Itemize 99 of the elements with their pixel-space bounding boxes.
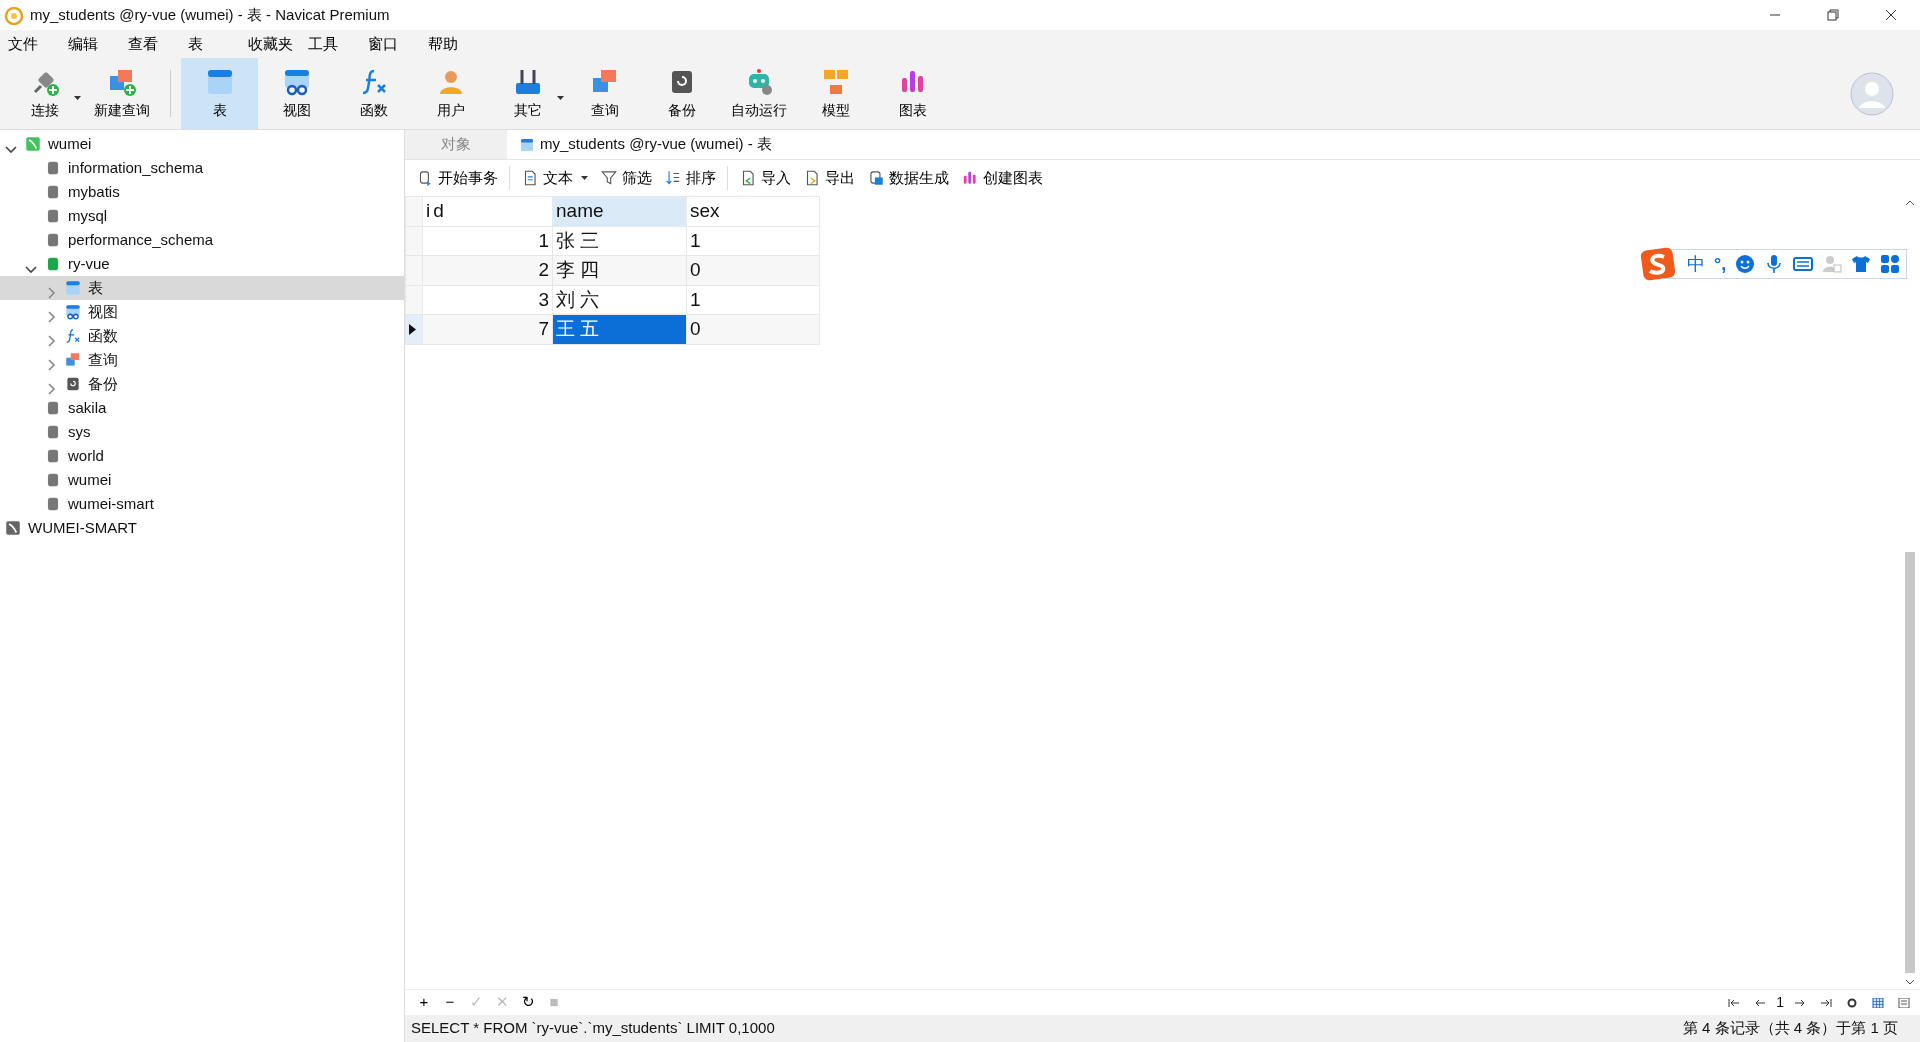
table-cell: 1 — [422, 226, 553, 256]
sort-icon — [664, 169, 682, 187]
tree-item[interactable]: wumei — [0, 468, 404, 492]
menu-item[interactable]: 窗口 — [368, 32, 428, 56]
minimize-icon — [1767, 14, 1783, 16]
toolbar-button[interactable]: 备份 — [643, 58, 720, 129]
keyboard-icon[interactable] — [1793, 254, 1814, 274]
toolbar-button[interactable]: 筛选 — [595, 164, 657, 192]
page-number: 1 — [1776, 993, 1784, 1012]
table-cell: 张三 — [552, 226, 687, 256]
function-icon — [64, 327, 82, 345]
filter-icon — [600, 169, 618, 187]
ime-mode-button[interactable]: 中 — [1687, 250, 1705, 278]
tree-item[interactable]: sakila — [0, 396, 404, 420]
toolbar-button[interactable]: 数据生成 — [862, 164, 954, 192]
table-cell: 7 — [422, 314, 553, 344]
toolbar-button[interactable]: 其它 — [489, 58, 566, 129]
toolbar-button[interactable]: 创建图表 — [956, 164, 1048, 192]
close-icon — [1883, 7, 1899, 23]
window-title: my_students @ry-vue (wumei) - 表 - Navicat Premium — [30, 4, 390, 25]
last-page-icon — [1820, 998, 1832, 1009]
tree-item[interactable]: 表 — [0, 276, 404, 300]
menu-item[interactable]: 文件 — [8, 32, 68, 56]
column-header[interactable]: sex — [686, 196, 820, 226]
toolbar-button[interactable]: 函数 — [335, 58, 412, 129]
sql-query-text: SELECT * FROM `ry-vue`.`my_students` LIMIT 0,1000 — [411, 1018, 775, 1039]
backup-icon — [64, 375, 82, 393]
table-icon — [64, 279, 82, 297]
table-cell: 2 — [422, 255, 553, 285]
tree-item[interactable]: mysql — [0, 204, 404, 228]
table-cell: 3 — [422, 285, 553, 315]
shirt-icon[interactable] — [1851, 254, 1872, 274]
tree-item[interactable]: wumei-smart — [0, 492, 404, 516]
emoji-icon[interactable] — [1735, 254, 1756, 274]
tree-item[interactable]: information_schema — [0, 156, 404, 180]
grid-view-icon — [1872, 998, 1884, 1009]
toolbar-button[interactable]: 开始事务 — [411, 164, 503, 192]
menu-item[interactable]: 表 — [188, 32, 248, 56]
toolbar-button[interactable]: 查询 — [566, 58, 643, 129]
tree-item[interactable]: 备份 — [0, 372, 404, 396]
app-logo-icon — [4, 5, 24, 25]
toolbar-button[interactable]: 文本 — [516, 164, 593, 192]
table-cell: 王五 — [552, 314, 687, 344]
menu-item[interactable]: 工具 — [308, 32, 368, 56]
menu-item[interactable]: 查看 — [128, 32, 188, 56]
column-header[interactable]: id — [422, 196, 553, 226]
toolbar-button[interactable]: 新建查询 — [83, 58, 160, 129]
toolbar-button[interactable]: 视图 — [258, 58, 335, 129]
tree-item[interactable]: wumei — [0, 132, 404, 156]
scroll-down-icon[interactable] — [1905, 979, 1915, 985]
record-count-text: 第 4 条记录（共 4 条）于第 1 页 — [1682, 1018, 1898, 1039]
table-cell: 1 — [686, 285, 820, 315]
toolbar-button[interactable]: 图表 — [874, 58, 951, 129]
view-icon — [64, 303, 82, 321]
table-cell: 1 — [686, 226, 820, 256]
previous-page-icon — [1754, 998, 1767, 1009]
toolbar-button[interactable]: 用户 — [412, 58, 489, 129]
toolbar-button[interactable]: 表 — [181, 58, 258, 129]
punctuation-button[interactable]: °, — [1714, 250, 1727, 278]
toolbar-button[interactable]: 模型 — [797, 58, 874, 129]
query-icon — [64, 351, 82, 369]
scroll-up-icon[interactable] — [1905, 200, 1915, 206]
menu-item[interactable]: 收藏夹 — [248, 32, 308, 56]
tree-item[interactable]: performance_schema — [0, 228, 404, 252]
table-icon — [519, 136, 535, 153]
form-view-icon — [1898, 998, 1910, 1009]
current-row-icon — [409, 324, 416, 335]
tree-item[interactable]: WUMEI-SMART — [0, 516, 404, 540]
first-page-icon — [1728, 998, 1741, 1009]
menu-item[interactable]: 帮助 — [428, 32, 488, 56]
next-page-icon — [1794, 998, 1806, 1009]
restore-icon — [1825, 7, 1841, 23]
toolbar-button[interactable]: 排序 — [659, 164, 721, 192]
tree-item[interactable]: sys — [0, 420, 404, 444]
row-header[interactable] — [405, 314, 423, 344]
settings-icon — [1846, 998, 1858, 1009]
toolbar-button[interactable]: 自动运行 — [720, 58, 797, 129]
tree-item[interactable]: 视图 — [0, 300, 404, 324]
record-button[interactable]: − — [439, 991, 461, 1014]
tree-item[interactable]: world — [0, 444, 404, 468]
column-header[interactable]: name — [552, 196, 687, 226]
table-cell: 李四 — [552, 255, 687, 285]
tree-item[interactable]: 查询 — [0, 348, 404, 372]
menu-item[interactable]: 编辑 — [68, 32, 128, 56]
bar-chart-icon — [961, 169, 979, 187]
table-cell: 刘六 — [552, 285, 687, 315]
record-button[interactable]: + — [413, 991, 435, 1014]
toolbar-button[interactable]: 导入 — [734, 164, 796, 192]
tree-item[interactable]: ry-vue — [0, 252, 404, 276]
toolbar-button[interactable]: 连接 — [6, 58, 83, 129]
record-button[interactable]: ↻ — [517, 991, 539, 1014]
toolbar-button[interactable]: 导出 — [798, 164, 860, 192]
table-cell: 0 — [686, 255, 820, 285]
table-cell: 0 — [686, 314, 820, 344]
tree-item[interactable]: mybatis — [0, 180, 404, 204]
tree-item[interactable]: 函数 — [0, 324, 404, 348]
scrollbar-thumb[interactable] — [1905, 552, 1915, 973]
ime-logo-icon[interactable] — [1640, 246, 1676, 282]
apps-icon[interactable] — [1880, 254, 1901, 274]
